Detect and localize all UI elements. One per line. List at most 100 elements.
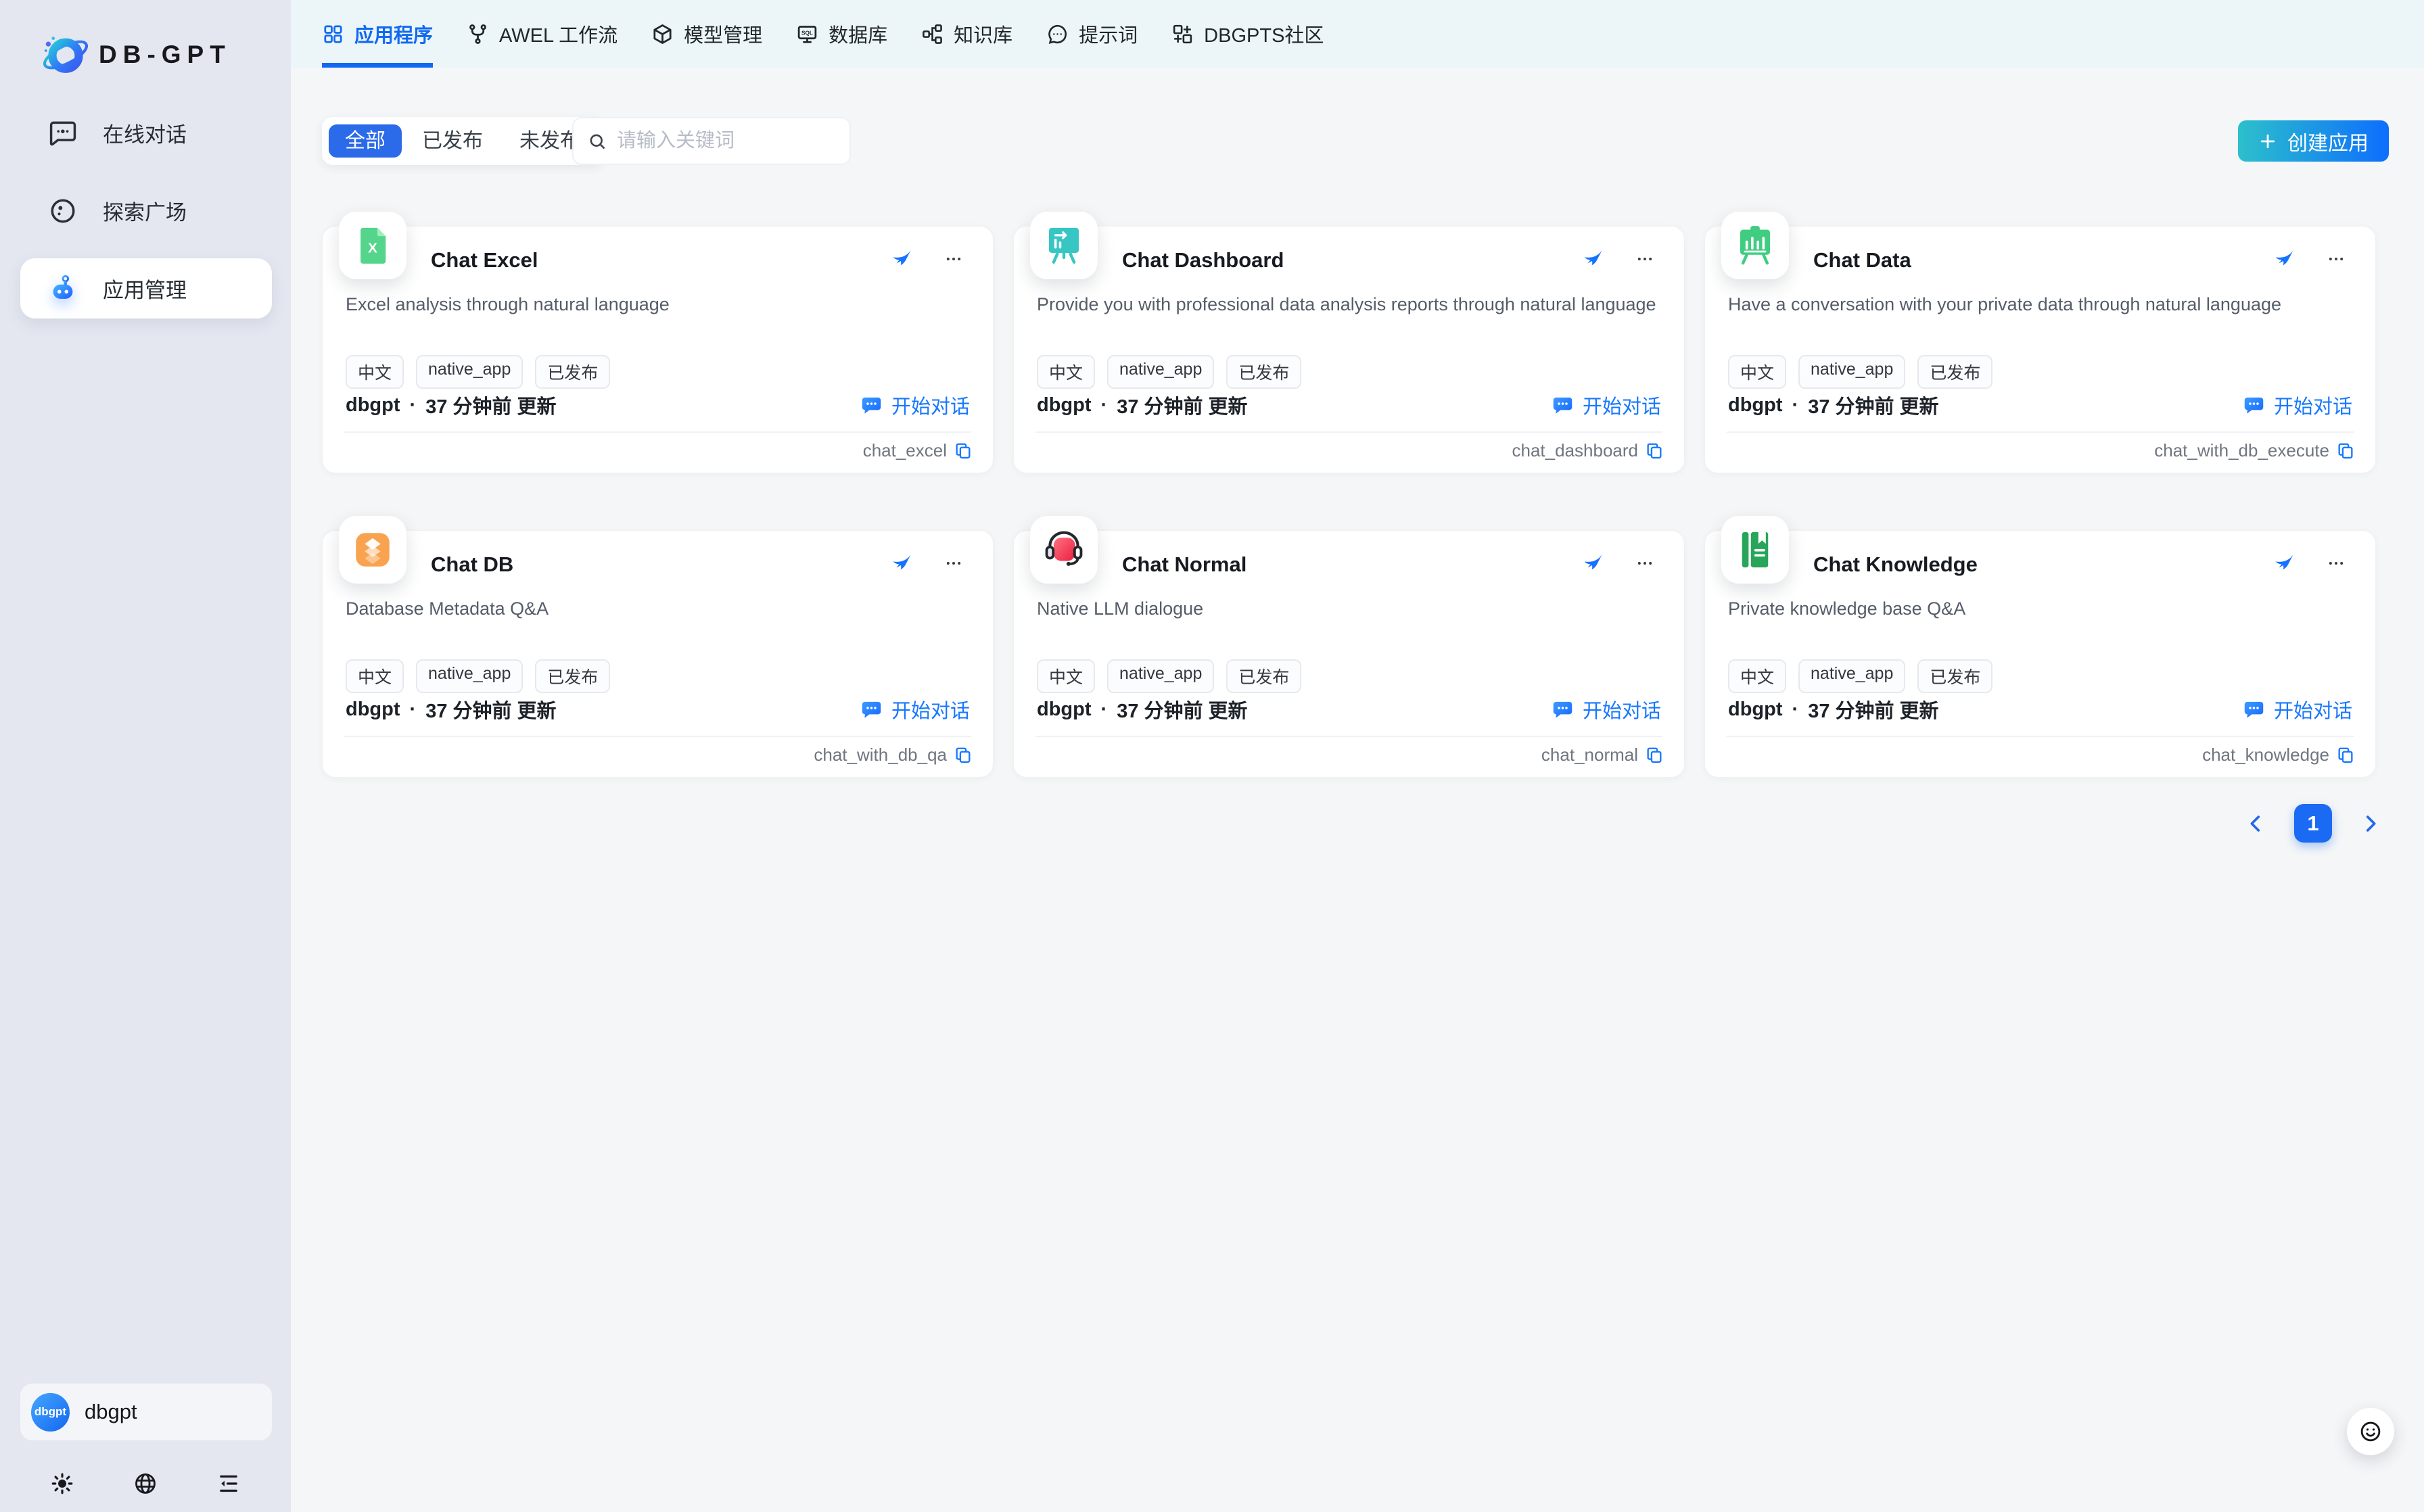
app-code: chat_excel xyxy=(863,440,947,461)
app-tag: 已发布 xyxy=(1917,659,1992,693)
app-code-row: chat_excel xyxy=(863,440,973,461)
knowledge-graph-icon xyxy=(921,23,943,45)
tab-awel-workflow[interactable]: AWEL 工作流 xyxy=(467,0,617,68)
start-chat-link[interactable]: 开始对话 xyxy=(860,391,970,419)
dashboard-board-icon xyxy=(1042,223,1086,268)
app-tags: 中文native_app已发布 xyxy=(1728,659,1992,693)
chat-bubble-icon xyxy=(47,118,78,149)
user-name: dbgpt xyxy=(85,1400,137,1424)
start-chat-link[interactable]: 开始对话 xyxy=(1552,695,1661,724)
more-menu-icon[interactable] xyxy=(944,554,963,573)
db-layers-icon xyxy=(350,527,395,572)
app-tag: 中文 xyxy=(1728,355,1786,389)
filter-toolbar: 全部 已发布 未发布 创建应用 xyxy=(322,117,2389,165)
dingtalk-share-icon[interactable] xyxy=(2273,249,2294,270)
card-divider xyxy=(1035,431,1662,433)
more-menu-icon[interactable] xyxy=(944,250,963,268)
dingtalk-share-icon[interactable] xyxy=(2273,553,2294,574)
app-icon-tile xyxy=(1721,516,1789,584)
card-divider xyxy=(344,431,971,433)
user-chip[interactable]: dbgpt dbgpt xyxy=(20,1384,272,1440)
dingtalk-share-icon[interactable] xyxy=(1582,249,1603,270)
app-tag: native_app xyxy=(416,355,523,389)
more-menu-icon[interactable] xyxy=(2327,554,2346,573)
app-icon-tile xyxy=(1721,212,1789,279)
tab-model-management[interactable]: 模型管理 xyxy=(651,0,762,68)
app-description: Have a conversation with your private da… xyxy=(1728,294,2351,315)
chat-message-icon xyxy=(1552,699,1574,721)
start-chat-link[interactable]: 开始对话 xyxy=(1552,391,1661,419)
theme-sun-icon[interactable] xyxy=(50,1471,74,1496)
create-app-button[interactable]: 创建应用 xyxy=(2238,120,2389,162)
start-chat-link[interactable]: 开始对话 xyxy=(860,695,970,724)
app-tag: native_app xyxy=(1107,659,1214,693)
app-meta: dbgpt · 37 分钟前 更新 开始对话 xyxy=(346,391,970,419)
app-tag: 中文 xyxy=(1037,355,1095,389)
app-card[interactable]: Chat Normal Native LLM dialogue 中文native… xyxy=(1013,530,1685,778)
app-title: Chat Knowledge xyxy=(1813,551,1978,578)
page-number[interactable]: 1 xyxy=(2294,804,2332,843)
search-input[interactable] xyxy=(617,130,872,152)
start-chat-link[interactable]: 开始对话 xyxy=(2243,391,2352,419)
sidebar-item-online-chat[interactable]: 在线对话 xyxy=(20,103,272,163)
tab-label: 模型管理 xyxy=(684,20,762,48)
app-meta: dbgpt · 37 分钟前 更新 开始对话 xyxy=(1037,695,1661,724)
app-updated: 37 分钟前 更新 xyxy=(1808,695,1938,724)
tab-label: DBGPTS社区 xyxy=(1204,20,1324,48)
tab-prompts[interactable]: 提示词 xyxy=(1046,0,1138,68)
tab-apps[interactable]: 应用程序 xyxy=(322,0,433,68)
prev-page-icon[interactable] xyxy=(2244,812,2267,835)
app-meta: dbgpt · 37 分钟前 更新 开始对话 xyxy=(1728,391,2352,419)
copy-icon[interactable] xyxy=(2336,442,2355,460)
tab-dbgpts-community[interactable]: DBGPTS社区 xyxy=(1171,0,1324,68)
app-tags: 中文native_app已发布 xyxy=(346,659,610,693)
card-actions xyxy=(891,551,963,575)
pagination: 1 xyxy=(2244,804,2382,843)
copy-icon[interactable] xyxy=(1645,442,1664,460)
app-owner: dbgpt xyxy=(1728,394,1783,417)
logo-text: DB-GPT xyxy=(99,41,231,69)
start-chat-link[interactable]: 开始对话 xyxy=(2243,695,2352,724)
app-card[interactable]: Chat Data Have a conversation with your … xyxy=(1704,226,2376,473)
app-description: Private knowledge base Q&A xyxy=(1728,598,2351,619)
chat-message-icon xyxy=(1552,394,1574,417)
app-card[interactable]: Chat DB Database Metadata Q&A 中文native_a… xyxy=(322,530,994,778)
robot-icon xyxy=(47,273,78,304)
dingtalk-share-icon[interactable] xyxy=(1582,553,1603,574)
app-card[interactable]: X Chat Excel Excel analysis through natu… xyxy=(322,226,994,473)
more-menu-icon[interactable] xyxy=(2327,250,2346,268)
dingtalk-share-icon[interactable] xyxy=(891,249,912,270)
feedback-smiley-button[interactable] xyxy=(2347,1408,2394,1455)
tab-database[interactable]: SQL 数据库 xyxy=(796,0,887,68)
more-menu-icon[interactable] xyxy=(1635,250,1654,268)
app-code-row: chat_with_db_execute xyxy=(2154,440,2355,461)
app-description: Excel analysis through natural language xyxy=(346,294,969,315)
next-page-icon[interactable] xyxy=(2359,812,2382,835)
dbgpt-logo[interactable]: DB-GPT xyxy=(39,27,231,82)
copy-icon[interactable] xyxy=(1645,746,1664,765)
app-card[interactable]: Chat Knowledge Private knowledge base Q&… xyxy=(1704,530,2376,778)
collapse-sidebar-icon[interactable] xyxy=(216,1471,241,1496)
copy-icon[interactable] xyxy=(954,442,973,460)
sidebar-item-app-management[interactable]: 应用管理 xyxy=(20,258,272,318)
sidebar-item-explore[interactable]: 探索广场 xyxy=(20,181,272,241)
app-tags: 中文native_app已发布 xyxy=(1728,355,1992,389)
app-owner: dbgpt xyxy=(346,394,400,417)
start-chat-label: 开始对话 xyxy=(2274,695,2352,724)
sidebar: DB-GPT 在线对话 探索广场 xyxy=(0,0,291,1512)
app-card[interactable]: Chat Dashboard Provide you with professi… xyxy=(1013,226,1685,473)
filter-published[interactable]: 已发布 xyxy=(406,124,499,158)
tab-knowledge-base[interactable]: 知识库 xyxy=(921,0,1012,68)
app-tag: native_app xyxy=(1798,659,1905,693)
language-globe-icon[interactable] xyxy=(133,1471,158,1496)
top-navigation: 应用程序 AWEL 工作流 模型管理 SQL 数据库 xyxy=(291,0,2424,68)
card-actions xyxy=(1582,551,1654,575)
app-updated: 37 分钟前 更新 xyxy=(1117,695,1247,724)
community-blocks-icon xyxy=(1171,23,1194,45)
filter-all[interactable]: 全部 xyxy=(329,124,402,158)
prompt-bubble-icon xyxy=(1046,23,1069,45)
copy-icon[interactable] xyxy=(2336,746,2355,765)
dingtalk-share-icon[interactable] xyxy=(891,553,912,574)
more-menu-icon[interactable] xyxy=(1635,554,1654,573)
copy-icon[interactable] xyxy=(954,746,973,765)
